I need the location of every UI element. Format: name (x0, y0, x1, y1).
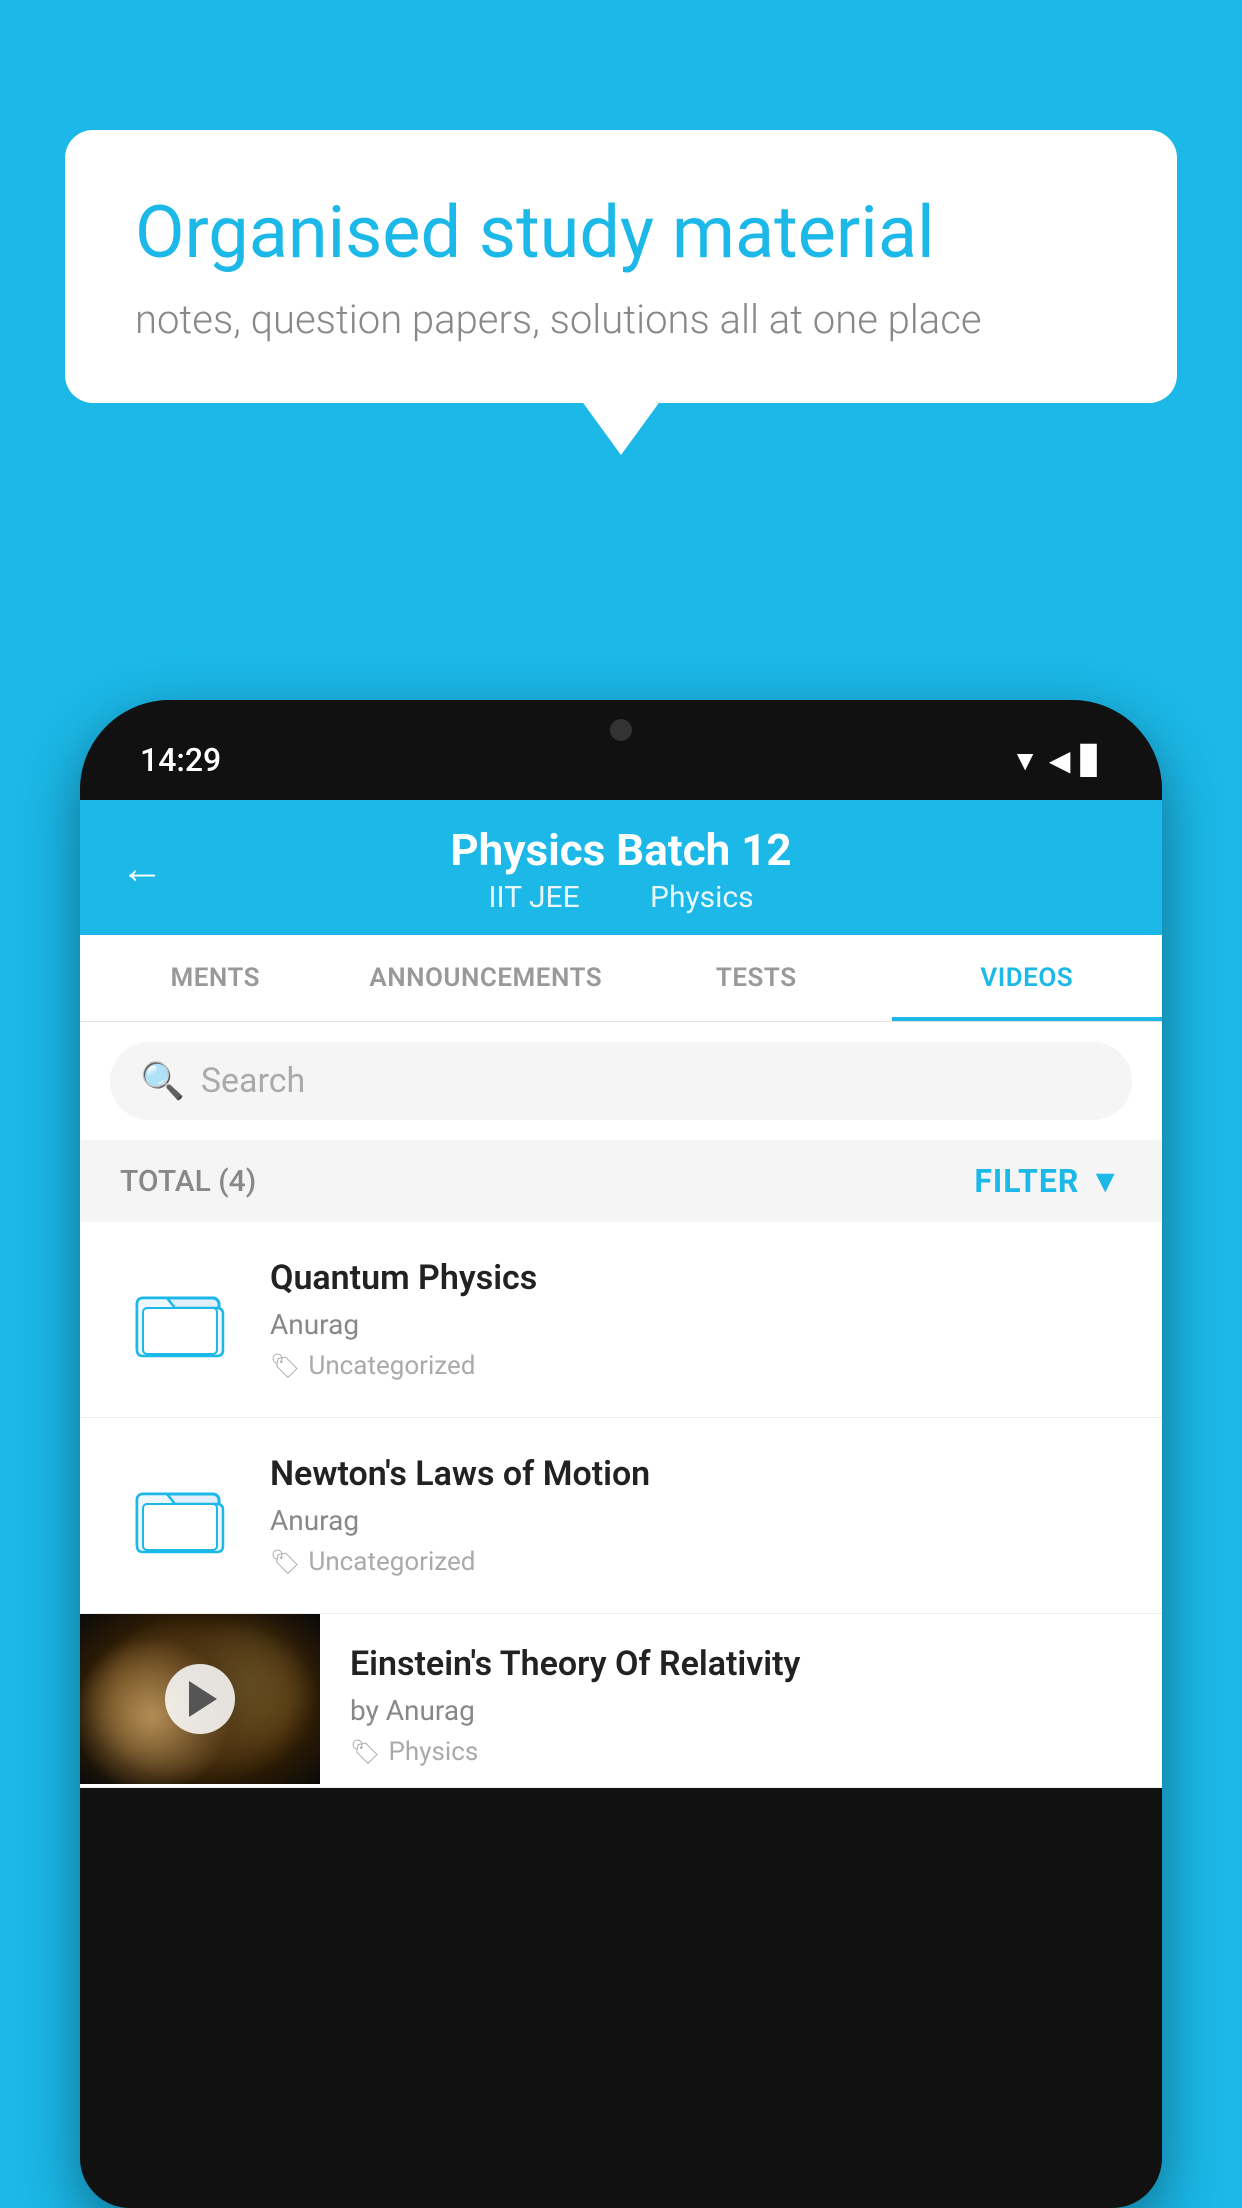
list-item[interactable]: Quantum Physics Anurag 🏷 Uncategorized (80, 1222, 1162, 1418)
content-area: Quantum Physics Anurag 🏷 Uncategorized (80, 1222, 1162, 1788)
video-tag-1: 🏷 Uncategorized (270, 1351, 1122, 1381)
video-info-3: Einstein's Theory Of Relativity by Anura… (320, 1614, 1162, 1787)
speech-bubble-container: Organised study material notes, question… (65, 130, 1177, 403)
battery-icon: ▊ (1080, 744, 1102, 777)
video-title-3: Einstein's Theory Of Relativity (350, 1644, 1132, 1684)
filter-icon: ▼ (1089, 1162, 1122, 1200)
video-title-2: Newton's Laws of Motion (270, 1454, 1122, 1494)
video-thumb-2 (120, 1471, 240, 1561)
video-tag-2: 🏷 Uncategorized (270, 1547, 1122, 1577)
wifi-icon: ▼ (1011, 744, 1039, 777)
tab-announcements[interactable]: ANNOUNCEMENTS (351, 935, 622, 1021)
notch (541, 700, 701, 760)
tab-videos[interactable]: VIDEOS (892, 935, 1163, 1021)
bubble-title: Organised study material (135, 190, 1107, 276)
search-icon: 🔍 (140, 1060, 185, 1102)
phone-frame: 14:29 ▼ ◀ ▊ ← Physics Batch 12 IIT JEE P… (80, 700, 1162, 2208)
video-thumbnail-3 (80, 1614, 320, 1784)
tab-tests[interactable]: TESTS (621, 935, 892, 1021)
header-separator (611, 880, 626, 915)
video-author-1: Anurag (270, 1308, 1122, 1341)
video-thumb-1 (120, 1275, 240, 1365)
folder-icon-2 (135, 1476, 225, 1556)
video-info-2: Newton's Laws of Motion Anurag 🏷 Uncateg… (270, 1454, 1122, 1577)
list-item[interactable]: Einstein's Theory Of Relativity by Anura… (80, 1614, 1162, 1788)
video-title-1: Quantum Physics (270, 1258, 1122, 1298)
tab-bar: MENTS ANNOUNCEMENTS TESTS VIDEOS (80, 935, 1162, 1022)
list-item[interactable]: Newton's Laws of Motion Anurag 🏷 Uncateg… (80, 1418, 1162, 1614)
back-button[interactable]: ← (120, 842, 164, 894)
camera-dot (610, 719, 632, 741)
filter-button[interactable]: FILTER ▼ (974, 1162, 1122, 1200)
video-author-3: by Anurag (350, 1694, 1132, 1727)
status-icons: ▼ ◀ ▊ (1011, 744, 1102, 777)
header-title: Physics Batch 12 (120, 824, 1122, 876)
speech-bubble: Organised study material notes, question… (65, 130, 1177, 403)
search-container: 🔍 Search (80, 1022, 1162, 1140)
bubble-subtitle: notes, question papers, solutions all at… (135, 296, 1107, 343)
tag-icon: 🏷 (270, 1352, 300, 1380)
search-bar[interactable]: 🔍 Search (110, 1042, 1132, 1120)
folder-icon (135, 1280, 225, 1360)
video-author-2: Anurag (270, 1504, 1122, 1537)
header-topic: Physics (650, 880, 754, 915)
filter-bar: TOTAL (4) FILTER ▼ (80, 1140, 1162, 1222)
video-info-1: Quantum Physics Anurag 🏷 Uncategorized (270, 1258, 1122, 1381)
header-subtitle: IIT JEE Physics (120, 880, 1122, 915)
video-tag-3: 🏷 Physics (350, 1737, 1132, 1767)
total-count: TOTAL (4) (120, 1164, 256, 1199)
filter-label: FILTER (974, 1162, 1079, 1200)
app-header: ← Physics Batch 12 IIT JEE Physics (80, 800, 1162, 935)
tag-icon-2: 🏷 (270, 1548, 300, 1576)
tag-icon-3: 🏷 (350, 1738, 380, 1766)
header-subject: IIT JEE (488, 880, 579, 915)
play-button[interactable] (165, 1664, 235, 1734)
signal-icon: ◀ (1049, 744, 1071, 777)
search-placeholder: Search (201, 1061, 305, 1101)
status-bar: 14:29 ▼ ◀ ▊ (80, 700, 1162, 800)
tab-ments[interactable]: MENTS (80, 935, 351, 1021)
status-time: 14:29 (140, 741, 221, 779)
